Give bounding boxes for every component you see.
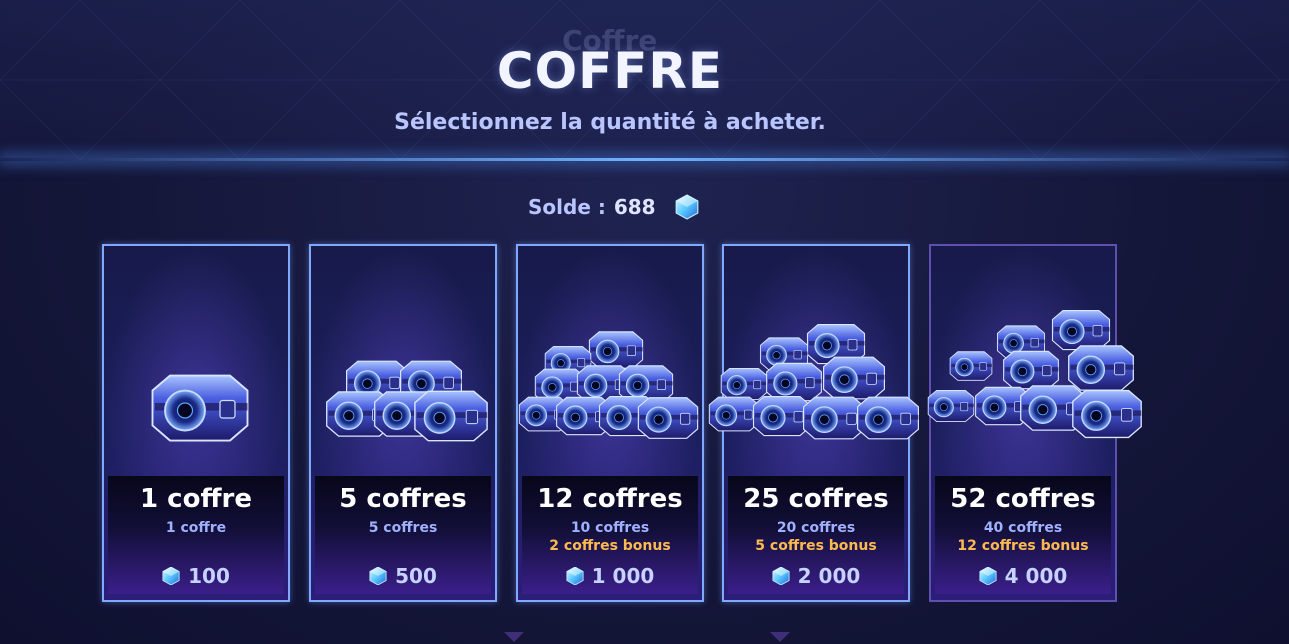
decorative-triangles	[504, 632, 790, 642]
chest-stack-icon	[708, 323, 920, 440]
offer-card-12[interactable]: 12 coffres 10 coffres 2 coffres bonus 1 …	[516, 244, 704, 602]
page-title: COFFRE	[496, 42, 724, 100]
offer-info: 52 coffres 40 coffres 12 coffres bonus 4…	[935, 476, 1111, 594]
offer-card-5[interactable]: 5 coffres 5 coffres 500	[309, 244, 497, 602]
gem-icon	[566, 567, 584, 585]
gem-icon	[675, 194, 698, 220]
chest-illustration	[311, 246, 495, 476]
gem-icon	[979, 567, 997, 585]
offer-title: 5 coffres	[339, 484, 467, 514]
chest-stack-icon	[518, 331, 699, 439]
offer-detail: 5 coffres	[368, 520, 438, 536]
offer-price: 2 000	[728, 564, 904, 588]
offer-price: 500	[315, 564, 491, 588]
offer-detail: 1 coffre	[165, 520, 227, 536]
balance-display: Solde : 688	[528, 194, 700, 220]
price-value: 4 000	[1004, 564, 1068, 588]
offer-info: 5 coffres 5 coffres 500	[315, 476, 491, 594]
header-divider	[0, 158, 1289, 161]
offer-detail: 10 coffres	[570, 520, 650, 536]
chest-stack-icon	[927, 309, 1142, 439]
gem-icon	[162, 567, 180, 585]
price-value: 500	[395, 564, 437, 588]
offer-price: 1 000	[522, 564, 698, 588]
chest-stack-icon	[326, 360, 488, 442]
offer-detail: 40 coffres	[983, 520, 1063, 536]
gem-icon	[369, 567, 387, 585]
offer-title: 52 coffres	[950, 484, 1096, 514]
offer-title: 12 coffres	[537, 484, 683, 514]
offer-bonus: 5 coffres bonus	[755, 538, 877, 554]
chest-illustration	[708, 246, 920, 476]
price-value: 100	[188, 564, 230, 588]
offer-card-25[interactable]: 25 coffres 20 coffres 5 coffres bonus 2 …	[708, 244, 920, 602]
offer-card-52[interactable]: 52 coffres 40 coffres 12 coffres bonus 4…	[927, 244, 1142, 602]
offer-info: 12 coffres 10 coffres 2 coffres bonus 1 …	[522, 476, 698, 594]
chest-icon	[151, 374, 249, 442]
balance-label: Solde :	[528, 195, 606, 219]
offer-detail: 20 coffres	[776, 520, 856, 536]
chest-illustration	[927, 246, 1142, 476]
balance-value: 688	[613, 195, 656, 219]
offer-price: 4 000	[935, 564, 1111, 588]
gem-icon	[772, 567, 790, 585]
page-subtitle: Sélectionnez la quantité à acheter.	[394, 110, 826, 135]
price-value: 2 000	[797, 564, 861, 588]
offer-bonus: 2 coffres bonus	[549, 538, 671, 554]
price-value: 1 000	[591, 564, 655, 588]
offer-price: 100	[108, 564, 284, 588]
offer-info: 25 coffres 20 coffres 5 coffres bonus 2 …	[728, 476, 904, 594]
chest-illustration	[518, 246, 702, 476]
offer-card-1[interactable]: 1 coffre 1 coffre 100	[102, 244, 290, 602]
offer-info: 1 coffre 1 coffre 100	[108, 476, 284, 594]
chest-illustration	[104, 246, 288, 476]
offer-bonus: 12 coffres bonus	[957, 538, 1089, 554]
offer-title: 1 coffre	[140, 484, 252, 514]
offer-title: 25 coffres	[743, 484, 889, 514]
